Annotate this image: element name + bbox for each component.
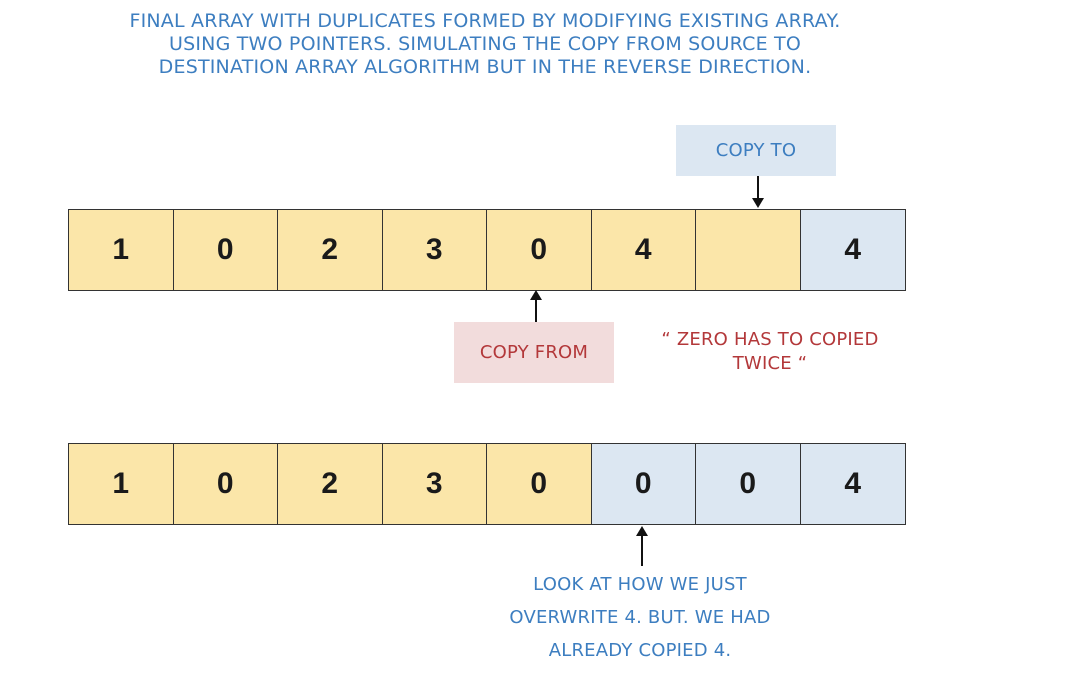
- array-cell: [696, 210, 801, 290]
- array-cell: 0: [173, 210, 278, 290]
- array-cell: 0: [487, 210, 592, 290]
- array-cell: 4: [591, 210, 696, 290]
- array-cell: 4: [800, 210, 905, 290]
- array-cell: 1: [69, 444, 174, 524]
- zero-note-line: TWICE “: [732, 353, 808, 374]
- overwrite-note: LOOK AT HOW WE JUST OVERWRITE 4. BUT. WE…: [470, 568, 810, 667]
- array-cell: 2: [278, 444, 383, 524]
- copy-to-arrow: [752, 176, 764, 208]
- array-cell: 3: [382, 210, 487, 290]
- overwrite-note-line: LOOK AT HOW WE JUST: [533, 574, 747, 595]
- copy-to-text: COPY TO: [715, 140, 797, 161]
- copy-from-arrow: [530, 290, 542, 322]
- copy-from-text: COPY FROM: [479, 342, 589, 363]
- array-cell: 4: [800, 444, 905, 524]
- copy-to-label: COPY TO: [676, 125, 836, 176]
- array-cell: 3: [382, 444, 487, 524]
- zero-note: “ ZERO HAS TO COPIED TWICE “: [640, 328, 900, 376]
- bottom-array: 1 0 2 3 0 0 0 4: [68, 443, 906, 525]
- array-cell: 0: [696, 444, 801, 524]
- title-line: FINAL ARRAY WITH DUPLICATES FORMED BY MO…: [129, 10, 841, 32]
- zero-note-line: “ ZERO HAS TO COPIED: [661, 329, 879, 350]
- array-cell: 2: [278, 210, 383, 290]
- array-cell: 1: [69, 210, 174, 290]
- array-cell: 0: [487, 444, 592, 524]
- top-array: 1 0 2 3 0 4 4: [68, 209, 906, 291]
- overwrite-note-line: OVERWRITE 4. BUT. WE HAD: [509, 607, 771, 628]
- diagram-title: FINAL ARRAY WITH DUPLICATES FORMED BY MO…: [60, 10, 910, 79]
- array-cell: 0: [173, 444, 278, 524]
- title-line: DESTINATION ARRAY ALGORITHM BUT IN THE R…: [158, 56, 812, 78]
- overwrite-arrow: [636, 526, 648, 566]
- overwrite-note-line: ALREADY COPIED 4.: [548, 640, 732, 661]
- copy-from-label: COPY FROM: [454, 322, 614, 383]
- array-cell: 0: [591, 444, 696, 524]
- title-line: USING TWO POINTERS. SIMULATING THE COPY …: [168, 33, 802, 55]
